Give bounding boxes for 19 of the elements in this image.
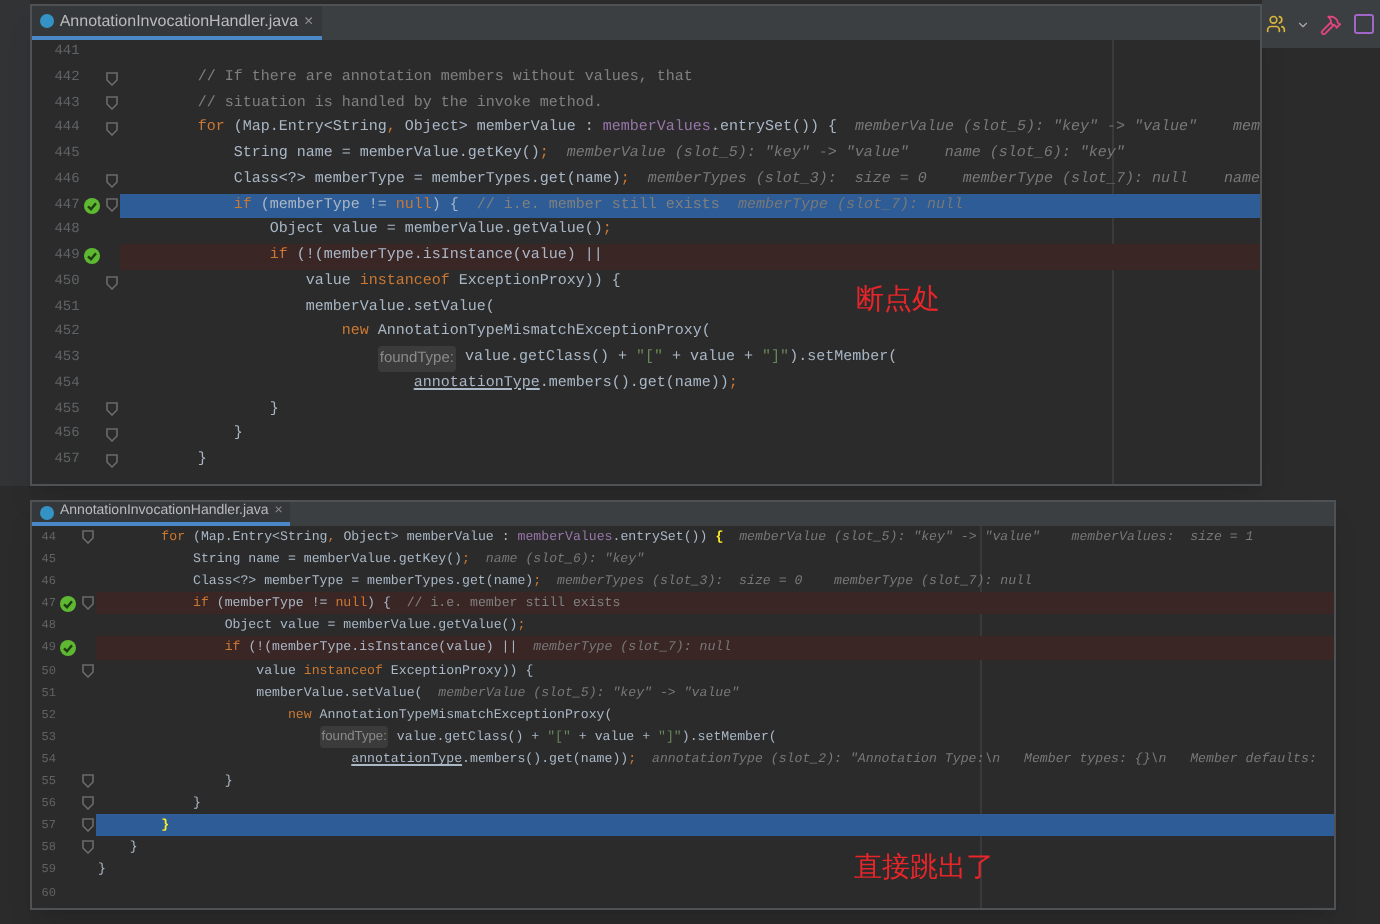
annotation-label: 直接跳出了 — [854, 850, 994, 888]
file-tab[interactable]: AnnotationInvocationHandler.java × — [31, 6, 322, 40]
check-icon — [60, 640, 76, 657]
annotation-label: 断点处 — [856, 282, 940, 320]
caret-icon[interactable] — [1296, 17, 1310, 31]
check-icon — [83, 248, 100, 265]
window-icon[interactable] — [1352, 12, 1376, 36]
check-icon — [83, 197, 100, 214]
hammer-icon[interactable] — [1320, 13, 1342, 35]
class-icon — [40, 505, 54, 519]
check-icon — [60, 595, 76, 612]
tab-title: AnnotationInvocationHandler.java — [59, 9, 299, 33]
users-icon[interactable] — [1266, 14, 1286, 34]
tab-close[interactable]: × — [304, 9, 314, 33]
fold-icon[interactable] — [105, 275, 118, 290]
fold-icon[interactable] — [82, 663, 94, 678]
fold-icon[interactable] — [82, 596, 94, 611]
class-icon — [39, 14, 54, 28]
fold-icon[interactable] — [82, 530, 94, 545]
